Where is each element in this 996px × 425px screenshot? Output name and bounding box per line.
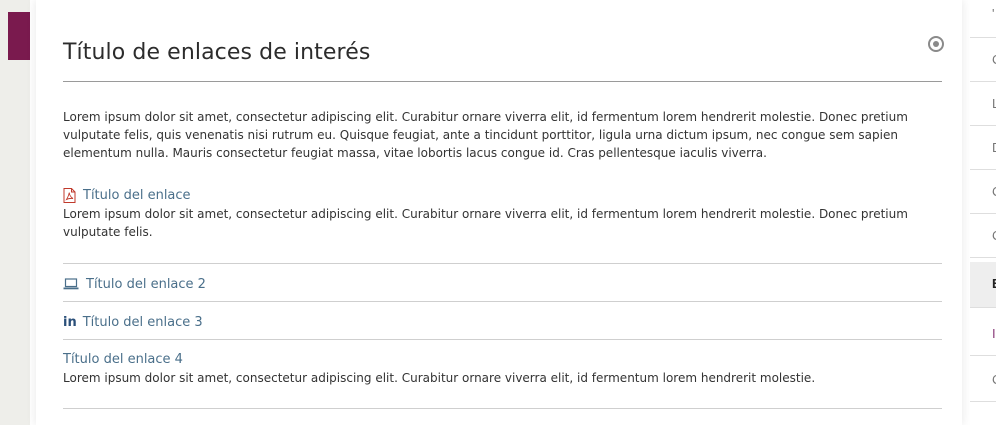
links-widget: Título de enlaces de interés Lorem ipsum… (36, 0, 962, 425)
side-menu-item-label: C (992, 52, 996, 67)
widget-content: Título de enlaces de interés Lorem ipsum… (63, 0, 944, 409)
side-menu-item[interactable]: C (970, 214, 996, 258)
link-title-4[interactable]: Título del enlace 4 (63, 352, 183, 367)
side-menu-item[interactable]: C (970, 38, 996, 82)
side-menu-item[interactable]: I (970, 312, 996, 356)
link-title-1[interactable]: Título del enlace (83, 188, 191, 203)
side-menu-item-label: C (992, 372, 996, 387)
link-item-2: Título del enlace 2 (63, 264, 942, 302)
settings-icon[interactable] (928, 36, 944, 52)
widget-title: Título de enlaces de interés (63, 40, 371, 65)
side-menu-item-label: C (992, 184, 996, 199)
link-item-4: Título del enlace 4 Lorem ipsum dolor si… (63, 340, 942, 409)
side-menu-item-label: ' (992, 6, 995, 21)
side-menu-item-label: E (992, 276, 996, 291)
link-item-3: in Título del enlace 3 (63, 302, 942, 340)
right-side-menu: ' C L D C C E I C (970, 0, 996, 425)
links-list: Título del enlace Lorem ipsum dolor sit … (63, 180, 942, 409)
side-menu-item-label: C (992, 228, 996, 243)
side-menu-item[interactable]: C (970, 358, 996, 402)
side-menu-item[interactable]: ' (970, 0, 996, 38)
accent-tab (8, 12, 30, 60)
widget-header: Título de enlaces de interés (63, 0, 944, 82)
widget-intro: Lorem ipsum dolor sit amet, consectetur … (63, 110, 908, 160)
side-menu-item[interactable]: C (970, 170, 996, 214)
link-desc-1: Lorem ipsum dolor sit amet, consectetur … (63, 207, 908, 239)
link-desc-4: Lorem ipsum dolor sit amet, consectetur … (63, 371, 816, 385)
left-gutter (0, 0, 30, 425)
link-title-2[interactable]: Título del enlace 2 (86, 277, 206, 292)
side-menu-item[interactable]: D (970, 126, 996, 170)
link-item-1: Título del enlace Lorem ipsum dolor sit … (63, 180, 942, 264)
side-menu-item-label: I (992, 326, 996, 341)
pdf-icon (63, 187, 76, 203)
linkedin-icon: in (63, 314, 77, 330)
side-menu-item[interactable]: L (970, 82, 996, 126)
side-menu-item-active[interactable]: E (970, 262, 996, 308)
side-menu-item-label: L (992, 96, 996, 111)
link-title-3[interactable]: Título del enlace 3 (83, 315, 203, 330)
laptop-icon (63, 278, 79, 290)
side-menu-item-label: D (992, 140, 996, 155)
